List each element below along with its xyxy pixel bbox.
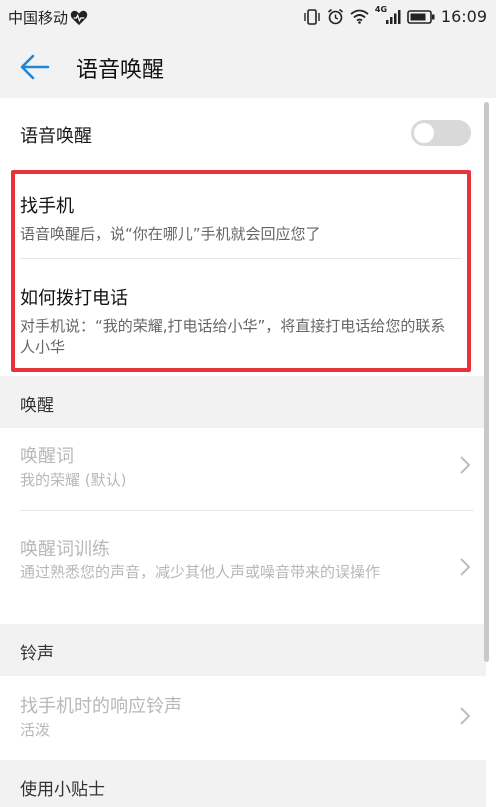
section-title: 铃声 [20, 644, 54, 664]
chevron-right-icon [460, 558, 471, 576]
item-subtitle: 通过熟悉您的声音，减少其他人声或噪音带来的误操作 [20, 563, 381, 581]
tip-description: 语音唤醒后，说“你在哪儿”手机就会回应您了 [20, 225, 321, 243]
clock: 16:09 [440, 7, 487, 26]
tip-title: 如何拨打电话 [20, 288, 128, 309]
carrier-group: 中国移动 [8, 7, 88, 28]
tip-title: 找手机 [20, 196, 74, 217]
item-title: 唤醒词 [20, 446, 74, 467]
divider [20, 258, 462, 259]
voice-wakeup-toggle[interactable] [411, 120, 471, 146]
list-item-response-ringtone[interactable]: 找手机时的响应铃声 活泼 [0, 676, 486, 760]
section-title: 唤醒 [20, 396, 54, 416]
toggle-knob [414, 123, 434, 143]
status-icons: 4G 16:09 [303, 5, 487, 26]
list-item-wakeup-word[interactable]: 唤醒词 我的荣耀 (默认) [0, 428, 486, 510]
carrier-name: 中国移动 [8, 9, 69, 27]
battery-icon [407, 9, 435, 24]
page-title: 语音唤醒 [76, 58, 165, 83]
section-header-ringtone: 铃声 [0, 624, 486, 676]
tip-make-call: 如何拨打电话 对手机说：“我的荣耀,打电话给小华”，将直接打电话给您的联系人小华 [20, 284, 460, 358]
signal-icon: 4G [375, 5, 401, 25]
wifi-icon [350, 9, 369, 24]
alarm-icon [327, 8, 343, 25]
item-subtitle: 我的荣耀 (默认) [20, 471, 127, 489]
item-title: 找手机时的响应铃声 [20, 696, 182, 717]
section-header-tips: 使用小贴士 [0, 760, 486, 807]
item-title: 唤醒词训练 [20, 539, 110, 560]
tip-description: 对手机说：“我的荣耀,打电话给小华”，将直接打电话给您的联系人小华 [20, 317, 446, 356]
list-item-wakeup-training[interactable]: 唤醒词训练 通过熟悉您的声音，减少其他人声或噪音带来的误操作 [0, 511, 486, 624]
scrollbar[interactable] [484, 102, 489, 662]
voice-wakeup-label: 语音唤醒 [20, 126, 92, 147]
tip-find-phone: 找手机 语音唤醒后，说“你在哪儿”手机就会回应您了 [20, 192, 460, 245]
app-bar: 语音唤醒 [0, 34, 496, 98]
chevron-right-icon [460, 707, 471, 725]
section-header-wakeup: 唤醒 [0, 376, 486, 428]
item-subtitle: 活泼 [20, 721, 51, 739]
voice-wakeup-row[interactable]: 语音唤醒 [0, 98, 486, 168]
status-bar: 中国移动 4G 16:09 [0, 0, 496, 34]
arrow-left-icon[interactable] [18, 50, 52, 84]
section-title: 使用小贴士 [20, 780, 105, 800]
vibrate-icon [304, 8, 320, 25]
chevron-right-icon [460, 456, 471, 474]
heart-icon [70, 10, 88, 25]
